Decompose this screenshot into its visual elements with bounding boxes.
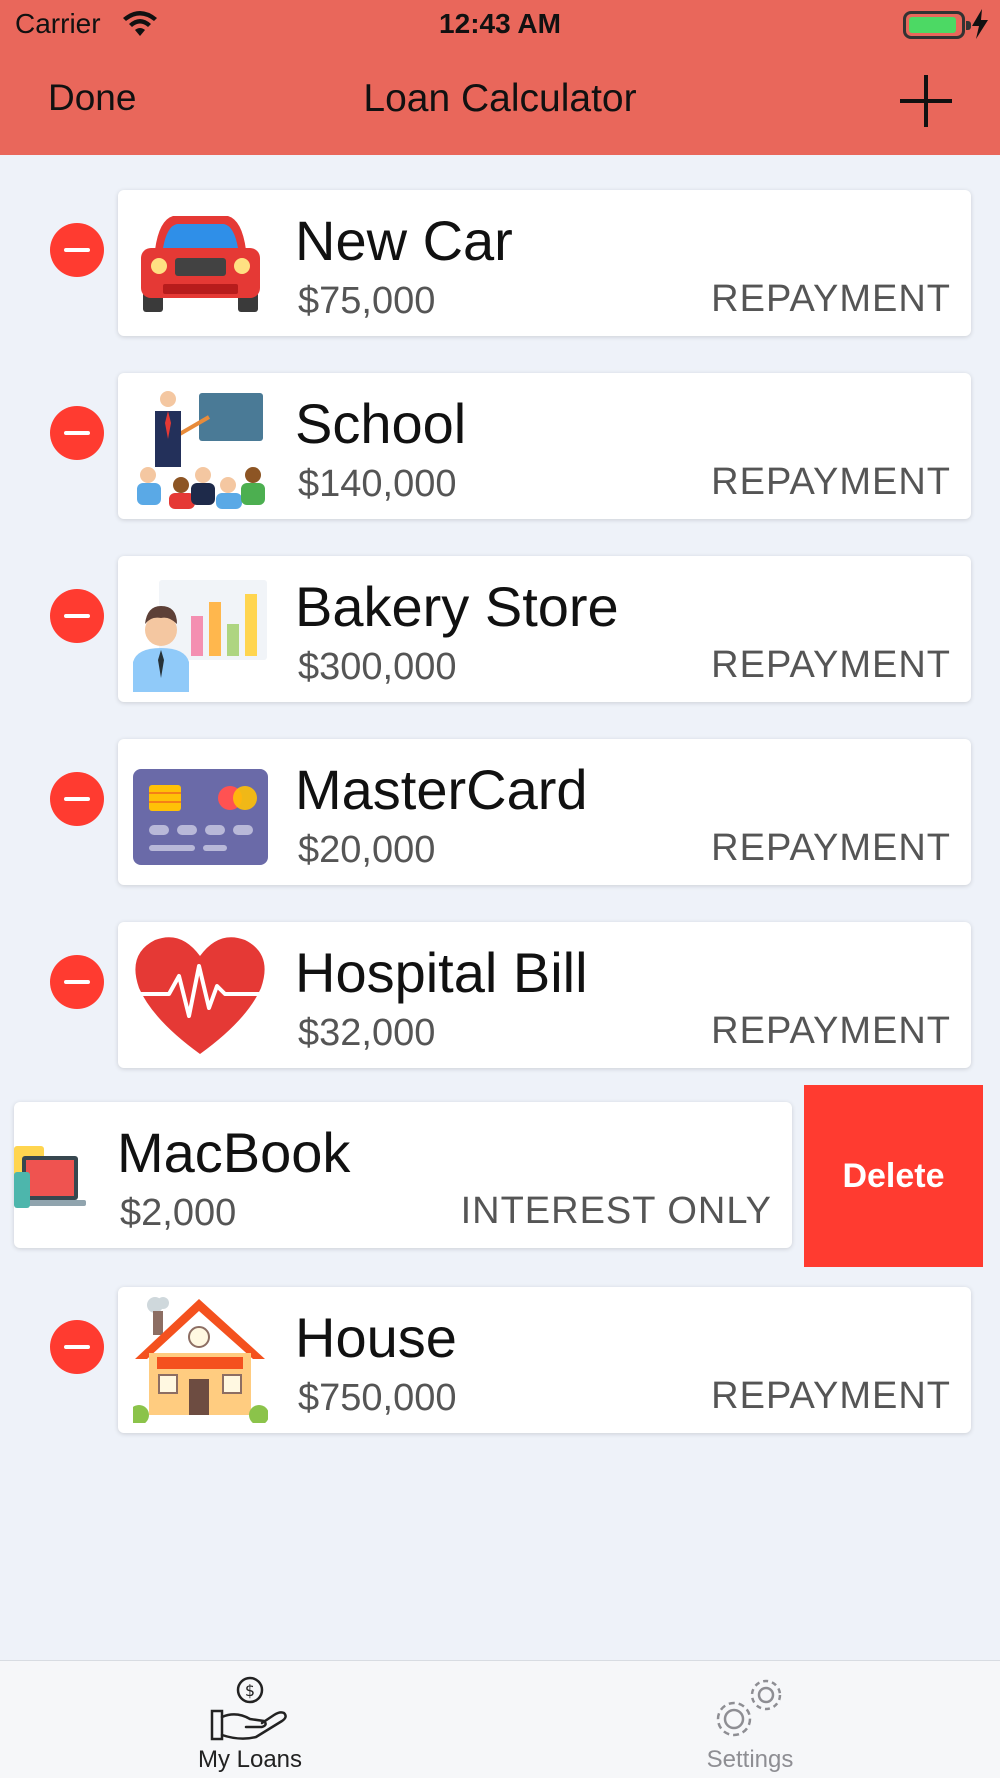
- loan-card[interactable]: Bakery Store $300,000 REPAYMENT: [118, 556, 971, 702]
- loan-amount: $32,000: [298, 1012, 436, 1054]
- tab-bar: $ My Loans Settings: [0, 1660, 1000, 1778]
- loan-card[interactable]: School $140,000 REPAYMENT: [118, 373, 971, 519]
- loan-type: INTEREST ONLY: [460, 1190, 772, 1232]
- car-icon: [141, 216, 260, 312]
- devices-icon: [14, 1146, 86, 1208]
- loan-name: MacBook: [117, 1121, 351, 1184]
- delete-toggle-icon[interactable]: [50, 955, 104, 1009]
- page-title: Loan Calculator: [363, 77, 637, 120]
- loan-type: REPAYMENT: [711, 644, 951, 686]
- credit-card-icon: [133, 769, 268, 865]
- loan-amount: $140,000: [298, 463, 457, 505]
- charging-bolt-icon: [972, 9, 988, 39]
- loan-row[interactable]: MasterCard $20,000 REPAYMENT: [0, 724, 1000, 885]
- delete-toggle-icon[interactable]: [50, 223, 104, 277]
- battery-icon: [903, 11, 971, 39]
- svg-text:$: $: [245, 1681, 255, 1700]
- tab-my-loans[interactable]: $ My Loans: [0, 1661, 500, 1778]
- loan-name: School: [295, 392, 467, 455]
- loan-row[interactable]: MacBook $2,000 INTEREST ONLY Delete: [0, 1085, 1000, 1267]
- loan-amount: $750,000: [298, 1377, 457, 1419]
- loan-type: REPAYMENT: [711, 278, 951, 320]
- loan-type: REPAYMENT: [711, 827, 951, 869]
- businessman-chart-icon: [133, 580, 267, 692]
- teacher-classroom-icon: [137, 391, 265, 509]
- tab-label: Settings: [706, 1746, 794, 1773]
- delete-button[interactable]: Delete: [804, 1085, 983, 1267]
- loan-name: MasterCard: [295, 758, 588, 821]
- loan-name: Bakery Store: [295, 575, 619, 638]
- loan-amount: $2,000: [120, 1192, 237, 1234]
- status-bar: Carrier 12:43 AM: [0, 0, 1000, 50]
- loan-name: New Car: [295, 209, 513, 272]
- loan-type: REPAYMENT: [711, 461, 951, 503]
- house-icon: [133, 1297, 268, 1423]
- loan-row[interactable]: House $750,000 REPAYMENT: [0, 1272, 1000, 1433]
- loan-row[interactable]: New Car $75,000 REPAYMENT: [0, 175, 1000, 336]
- hand-dollar-icon: $: [210, 1676, 287, 1741]
- loan-card[interactable]: MasterCard $20,000 REPAYMENT: [118, 739, 971, 885]
- plus-icon[interactable]: [898, 73, 954, 129]
- loan-card[interactable]: New Car $75,000 REPAYMENT: [118, 190, 971, 336]
- delete-toggle-icon[interactable]: [50, 1320, 104, 1374]
- tab-settings[interactable]: Settings: [500, 1661, 1000, 1778]
- loan-row[interactable]: Hospital Bill $32,000 REPAYMENT: [0, 907, 1000, 1068]
- delete-toggle-icon[interactable]: [50, 772, 104, 826]
- clock: 12:43 AM: [439, 8, 561, 39]
- gears-icon: [716, 1679, 782, 1737]
- navigation-bar: Done Loan Calculator: [0, 55, 1000, 150]
- loan-card[interactable]: MacBook $2,000 INTEREST ONLY: [14, 1102, 792, 1248]
- loan-name: Hospital Bill: [295, 941, 588, 1004]
- tab-label: My Loans: [197, 1746, 303, 1773]
- loan-type: REPAYMENT: [711, 1375, 951, 1417]
- loan-amount: $75,000: [298, 280, 436, 322]
- loan-card[interactable]: House $750,000 REPAYMENT: [118, 1287, 971, 1433]
- loan-name: House: [295, 1306, 457, 1369]
- loan-card[interactable]: Hospital Bill $32,000 REPAYMENT: [118, 922, 971, 1068]
- loan-type: REPAYMENT: [711, 1010, 951, 1052]
- delete-toggle-icon[interactable]: [50, 589, 104, 643]
- loan-row[interactable]: School $140,000 REPAYMENT: [0, 358, 1000, 519]
- delete-toggle-icon[interactable]: [50, 406, 104, 460]
- loan-row[interactable]: Bakery Store $300,000 REPAYMENT: [0, 541, 1000, 702]
- loan-amount: $20,000: [298, 829, 436, 871]
- loan-amount: $300,000: [298, 646, 457, 688]
- heart-pulse-icon: [133, 937, 268, 1054]
